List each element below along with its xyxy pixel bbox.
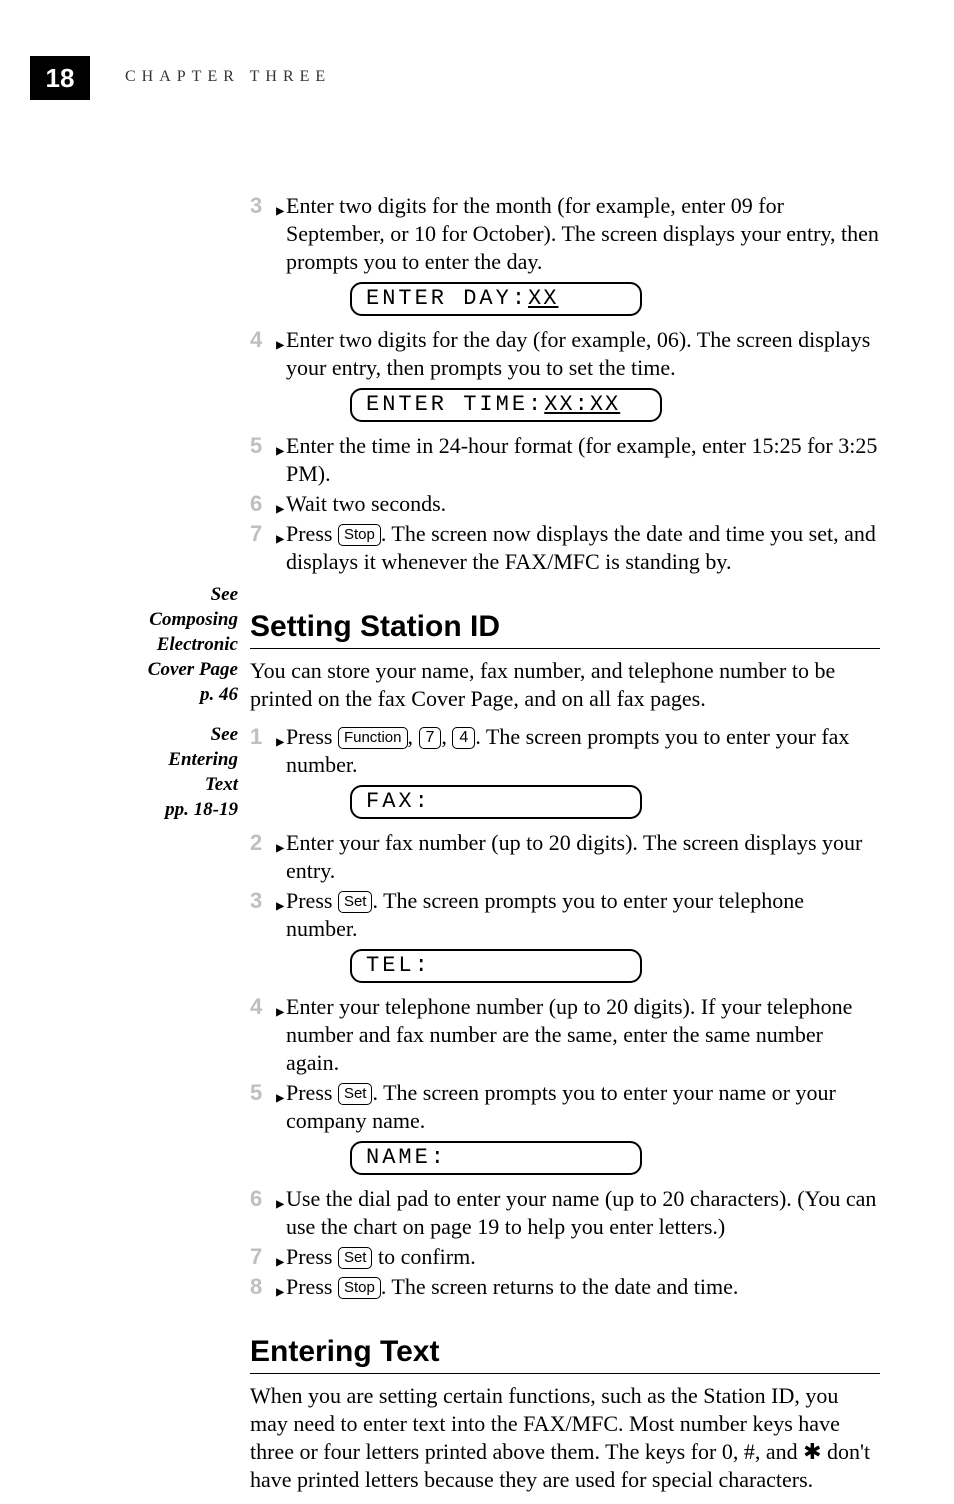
keycap-set: Set	[338, 1083, 373, 1105]
text: ,	[441, 724, 452, 749]
margin-text: Composing	[90, 607, 238, 632]
step-number: 6	[250, 490, 280, 518]
step-number: 7	[250, 520, 280, 548]
lcd-text: ENTER TIME:	[366, 392, 544, 417]
lcd-display: TEL:	[350, 949, 642, 983]
text: Press	[286, 1274, 338, 1299]
step-number: 8	[250, 1273, 280, 1301]
step-number: 4	[250, 993, 280, 1021]
lcd-display: ENTER DAY:XX	[350, 282, 642, 316]
step-text: Enter two digits for the day (for exampl…	[280, 326, 880, 382]
lcd-display: NAME:	[350, 1141, 642, 1175]
keycap-stop: Stop	[338, 524, 381, 546]
step-item: 5 Enter the time in 24-hour format (for …	[250, 432, 880, 488]
step-text: Enter the time in 24-hour format (for ex…	[280, 432, 880, 488]
keycap-4: 4	[452, 727, 475, 749]
intro-paragraph: You can store your name, fax number, and…	[250, 657, 880, 713]
text: to confirm.	[372, 1244, 475, 1269]
step-text: Wait two seconds.	[280, 490, 880, 518]
step-item: 3 Enter two digits for the month (for ex…	[250, 192, 880, 276]
lcd-placeholder: XX	[528, 286, 558, 311]
margin-text: p. 46	[90, 682, 238, 707]
margin-text: Entering	[90, 747, 238, 772]
step-item: 1 Press Function, 7, 4. The screen promp…	[250, 723, 880, 779]
text: Press	[286, 521, 338, 546]
step-number: 5	[250, 1079, 280, 1107]
lcd-placeholder: XX:XX	[544, 392, 620, 417]
heading-entering-text: Entering Text	[250, 1335, 880, 1374]
keycap-stop: Stop	[338, 1277, 381, 1299]
step-number: 7	[250, 1243, 280, 1271]
margin-note-cover-page: See Composing Electronic Cover Page p. 4…	[90, 582, 238, 707]
text: Press	[286, 724, 338, 749]
margin-text: Text	[90, 772, 238, 797]
keycap-7: 7	[419, 727, 442, 749]
step-item: 8 Press Stop. The screen returns to the …	[250, 1273, 880, 1301]
step-text: Press Stop. The screen returns to the da…	[280, 1273, 880, 1301]
chapter-header: CHAPTER THREE	[125, 68, 331, 86]
margin-note-entering-text: See Entering Text pp. 18-19	[90, 722, 238, 822]
step-item: 6 Wait two seconds.	[250, 490, 880, 518]
heading-station-id: Setting Station ID	[250, 610, 880, 649]
step-item: 7 Press Stop. The screen now displays th…	[250, 520, 880, 576]
step-text: Press Set. The screen prompts you to ent…	[280, 887, 880, 943]
lcd-display: FAX:	[350, 785, 642, 819]
step-text: Press Stop. The screen now displays the …	[280, 520, 880, 576]
margin-text: See	[90, 582, 238, 607]
step-item: 7 Press Set to confirm.	[250, 1243, 880, 1271]
step-item: 3 Press Set. The screen prompts you to e…	[250, 887, 880, 943]
step-text: Press Set to confirm.	[280, 1243, 880, 1271]
lcd-text: NAME:	[366, 1145, 447, 1170]
step-text: Press Function, 7, 4. The screen prompts…	[280, 723, 880, 779]
keycap-set: Set	[338, 891, 373, 913]
lcd-text: TEL:	[366, 953, 431, 978]
step-item: 6 Use the dial pad to enter your name (u…	[250, 1185, 880, 1241]
keycap-function: Function	[338, 727, 408, 749]
margin-text: Electronic	[90, 632, 238, 657]
step-number: 5	[250, 432, 280, 460]
step-item: 4 Enter two digits for the day (for exam…	[250, 326, 880, 382]
margin-text: pp. 18-19	[90, 797, 238, 822]
text: ,	[408, 724, 419, 749]
step-number: 3	[250, 887, 280, 915]
step-number: 3	[250, 192, 280, 220]
lcd-display: ENTER TIME:XX:XX	[350, 388, 662, 422]
step-number: 1	[250, 723, 280, 751]
step-text: Use the dial pad to enter your name (up …	[280, 1185, 880, 1241]
step-number: 6	[250, 1185, 280, 1213]
step-number: 2	[250, 829, 280, 857]
text: Press	[286, 1080, 338, 1105]
step-text: Enter your telephone number (up to 20 di…	[280, 993, 880, 1077]
margin-text: See	[90, 722, 238, 747]
keycap-set: Set	[338, 1247, 373, 1269]
margin-text: Cover Page	[90, 657, 238, 682]
text: . The screen returns to the date and tim…	[381, 1274, 739, 1299]
step-text: Enter two digits for the month (for exam…	[280, 192, 880, 276]
lcd-text: ENTER DAY:	[366, 286, 528, 311]
lcd-text: FAX:	[366, 789, 431, 814]
step-item: 2 Enter your fax number (up to 20 digits…	[250, 829, 880, 885]
step-item: 4 Enter your telephone number (up to 20 …	[250, 993, 880, 1077]
step-item: 5 Press Set. The screen prompts you to e…	[250, 1079, 880, 1135]
step-number: 4	[250, 326, 280, 354]
step-text: Press Set. The screen prompts you to ent…	[280, 1079, 880, 1135]
step-text: Enter your fax number (up to 20 digits).…	[280, 829, 880, 885]
page-number-tab: 18	[30, 56, 90, 100]
text: Press	[286, 888, 338, 913]
text: Press	[286, 1244, 338, 1269]
entering-text-paragraph: When you are setting certain functions, …	[250, 1382, 880, 1494]
